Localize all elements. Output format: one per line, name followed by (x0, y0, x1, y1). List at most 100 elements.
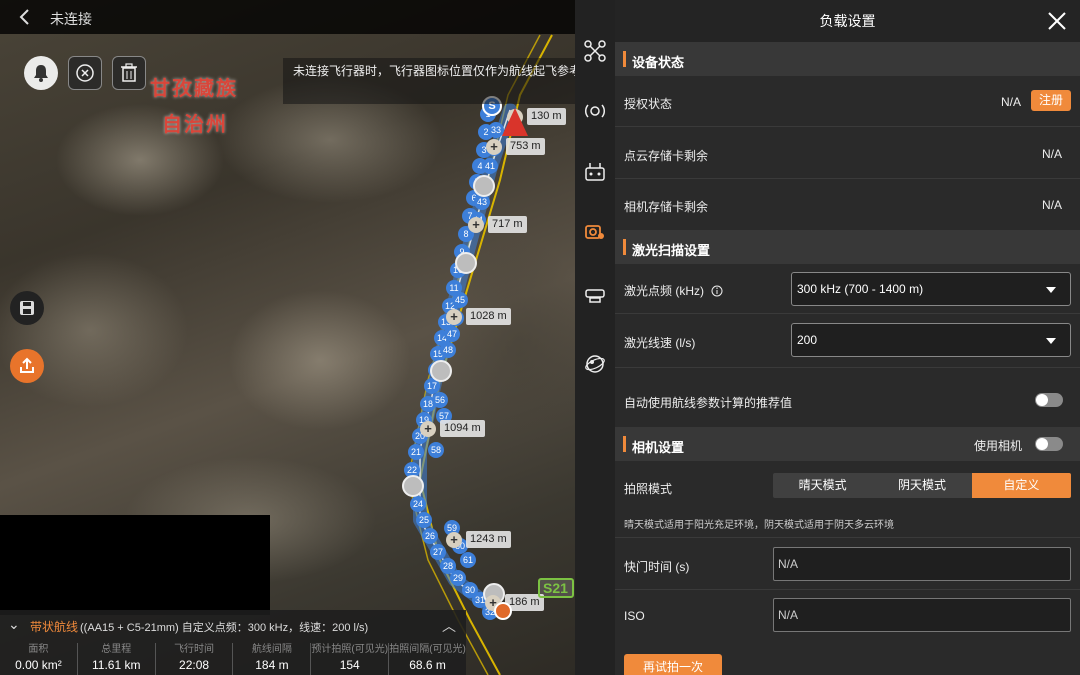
auth-status-value: N/A (1001, 95, 1022, 109)
waypoint-marker[interactable]: 61 (460, 552, 476, 568)
mode-cloudy[interactable]: 阴天模式 (872, 473, 971, 498)
photo-mode-segmented: 晴天模式 阴天模式 自定义 (773, 473, 1071, 498)
route-stats: 面积 0.00 km² 总里程 11.61 km 飞行时间 22:08 航线间隔 184… (0, 643, 466, 675)
sensor-settings-icon[interactable] (583, 99, 607, 123)
payload-settings-panel: 负载设置 设备状态 授权状态 N/A 注册 点云存储卡剩余 N/A 相机存储卡剩… (615, 0, 1080, 675)
route-name: 带状航线 (30, 620, 79, 634)
save-button[interactable] (10, 291, 44, 325)
waypoint-marker[interactable]: 27 (430, 544, 446, 560)
settings-side-nav (575, 0, 615, 675)
waypoint-marker[interactable]: 48 (440, 342, 456, 358)
distance-label: 130 m (527, 108, 566, 125)
gimbal-settings-icon[interactable] (583, 284, 607, 308)
add-point-icon[interactable]: + (446, 309, 462, 325)
pointcloud-card-label: 点云存储卡剩余 (624, 149, 709, 163)
trash-icon (121, 63, 137, 82)
camera-card-label: 相机存储卡剩余 (624, 200, 709, 214)
mode-custom[interactable]: 自定义 (971, 473, 1071, 498)
bell-icon (34, 65, 48, 82)
route-node[interactable] (473, 175, 495, 197)
app-window: 1234567891011121314151617181920212223242… (0, 0, 1080, 675)
aircraft-icon[interactable] (502, 108, 528, 136)
iso-label: ISO (624, 609, 645, 623)
road-badge: S21 (538, 578, 574, 598)
use-camera-toggle[interactable] (1035, 437, 1063, 451)
use-camera-label: 使用相机 (974, 439, 1023, 453)
video-preview-area (0, 515, 270, 615)
distance-label: 1094 m (440, 420, 485, 437)
distance-label: 1028 m (466, 308, 511, 325)
stat-flight-time: 飞行时间 22:08 (156, 643, 234, 675)
map-topbar: 未连接 (0, 0, 575, 34)
add-point-icon[interactable]: + (446, 532, 462, 548)
stat-photo-interval: 拍照间隔(可见光) 68.6 m (389, 644, 466, 672)
waypoint-marker[interactable]: 26 (422, 528, 438, 544)
laser-frequency-select[interactable]: 300 kHz (700 - 1400 m) (791, 272, 1071, 306)
auth-status-label: 授权状态 (624, 97, 673, 111)
waypoint-marker[interactable]: 47 (444, 326, 460, 342)
laser-speed-select[interactable]: 200 (791, 323, 1071, 357)
section-laser-scan: 激光扫描设置 (615, 230, 1080, 264)
register-button[interactable]: 注册 (1031, 90, 1071, 111)
add-point-icon[interactable]: + (420, 421, 436, 437)
stat-line-spacing: 航线间隔 184 m (233, 643, 312, 675)
aircraft-settings-icon[interactable] (583, 39, 607, 63)
retry-capture-button[interactable]: 再试拍一次 (624, 654, 722, 675)
photo-mode-hint: 晴天模式适用于阳光充足环境，阴天模式适用于阴天多云环境 (624, 520, 894, 531)
route-node[interactable] (402, 475, 424, 497)
chevron-down-icon (1046, 338, 1056, 344)
close-icon[interactable] (1046, 10, 1068, 32)
info-icon[interactable] (711, 285, 723, 297)
end-point-marker[interactable] (494, 602, 512, 620)
save-icon (20, 301, 34, 315)
waypoint-marker[interactable]: 41 (482, 158, 498, 174)
stat-photo-count: 预计拍照(可见光) 154 (311, 643, 390, 675)
chevron-up-icon[interactable]: ︿ (442, 616, 456, 636)
route-node[interactable] (455, 252, 477, 274)
bell-button[interactable] (24, 56, 58, 90)
waypoint-marker[interactable]: 58 (428, 442, 444, 458)
payload-settings-icon[interactable] (583, 220, 607, 244)
stat-area: 面积 0.00 km² (0, 643, 78, 675)
clear-button[interactable] (68, 56, 102, 90)
route-info-panel: ⌄ 带状航线 ((AA15 + C5-21mm) 自定义点频：300 kHz，线… (0, 610, 466, 675)
distance-label: 717 m (488, 216, 527, 233)
mode-sunny[interactable]: 晴天模式 (773, 473, 872, 498)
upload-button[interactable] (10, 349, 44, 383)
iso-input[interactable]: N/A (773, 598, 1071, 632)
shutter-label: 快门时间 (s) (624, 560, 690, 574)
remote-controller-icon[interactable] (583, 160, 607, 184)
add-point-icon[interactable]: + (468, 217, 484, 233)
chevron-down-icon[interactable]: ⌄ (8, 616, 20, 633)
panel-title: 负载设置 (615, 0, 1080, 42)
distance-label: 1243 m (466, 531, 511, 548)
route-info-header[interactable]: ⌄ 带状航线 ((AA15 + C5-21mm) 自定义点频：300 kHz，线… (0, 610, 466, 640)
connection-status: 未连接 (50, 11, 92, 27)
shutter-input[interactable]: N/A (773, 547, 1071, 581)
waypoint-marker[interactable]: 24 (410, 496, 426, 512)
upload-icon (20, 357, 34, 373)
photo-mode-label: 拍照模式 (624, 482, 673, 496)
map-view[interactable]: 1234567891011121314151617181920212223242… (0, 0, 575, 675)
section-device-status: 设备状态 (615, 42, 1080, 76)
route-node[interactable] (430, 360, 452, 382)
waypoint-marker[interactable]: 21 (408, 444, 424, 460)
delete-button[interactable] (112, 56, 146, 90)
laser-speed-label: 激光线速 (l/s) (624, 336, 696, 350)
auto-recommend-label: 自动使用航线参数计算的推荐值 (624, 396, 793, 410)
distance-label: 753 m (506, 138, 545, 155)
globe-settings-icon[interactable] (583, 352, 607, 376)
route-description: ((AA15 + C5-21mm) 自定义点频：300 kHz，线速：200 l… (80, 622, 369, 634)
camera-card-value: N/A (1042, 198, 1063, 212)
add-point-icon[interactable]: + (486, 139, 502, 155)
auto-recommend-toggle[interactable] (1035, 393, 1063, 407)
chevron-down-icon (1046, 287, 1056, 293)
reference-point-warning: 未连接飞行器时，飞行器图标位置仅作为航线起飞参考点，拖动修改参考位置 (283, 58, 575, 104)
back-icon[interactable] (18, 7, 36, 27)
waypoint-marker[interactable]: 56 (432, 392, 448, 408)
waypoint-marker[interactable]: 45 (452, 292, 468, 308)
place-name-1: 甘孜藏族 (150, 78, 238, 100)
stat-total-distance: 总里程 11.61 km (78, 643, 156, 675)
waypoint-marker[interactable]: 25 (416, 512, 432, 528)
laser-frequency-label: 激光点频 (kHz) (624, 282, 723, 299)
